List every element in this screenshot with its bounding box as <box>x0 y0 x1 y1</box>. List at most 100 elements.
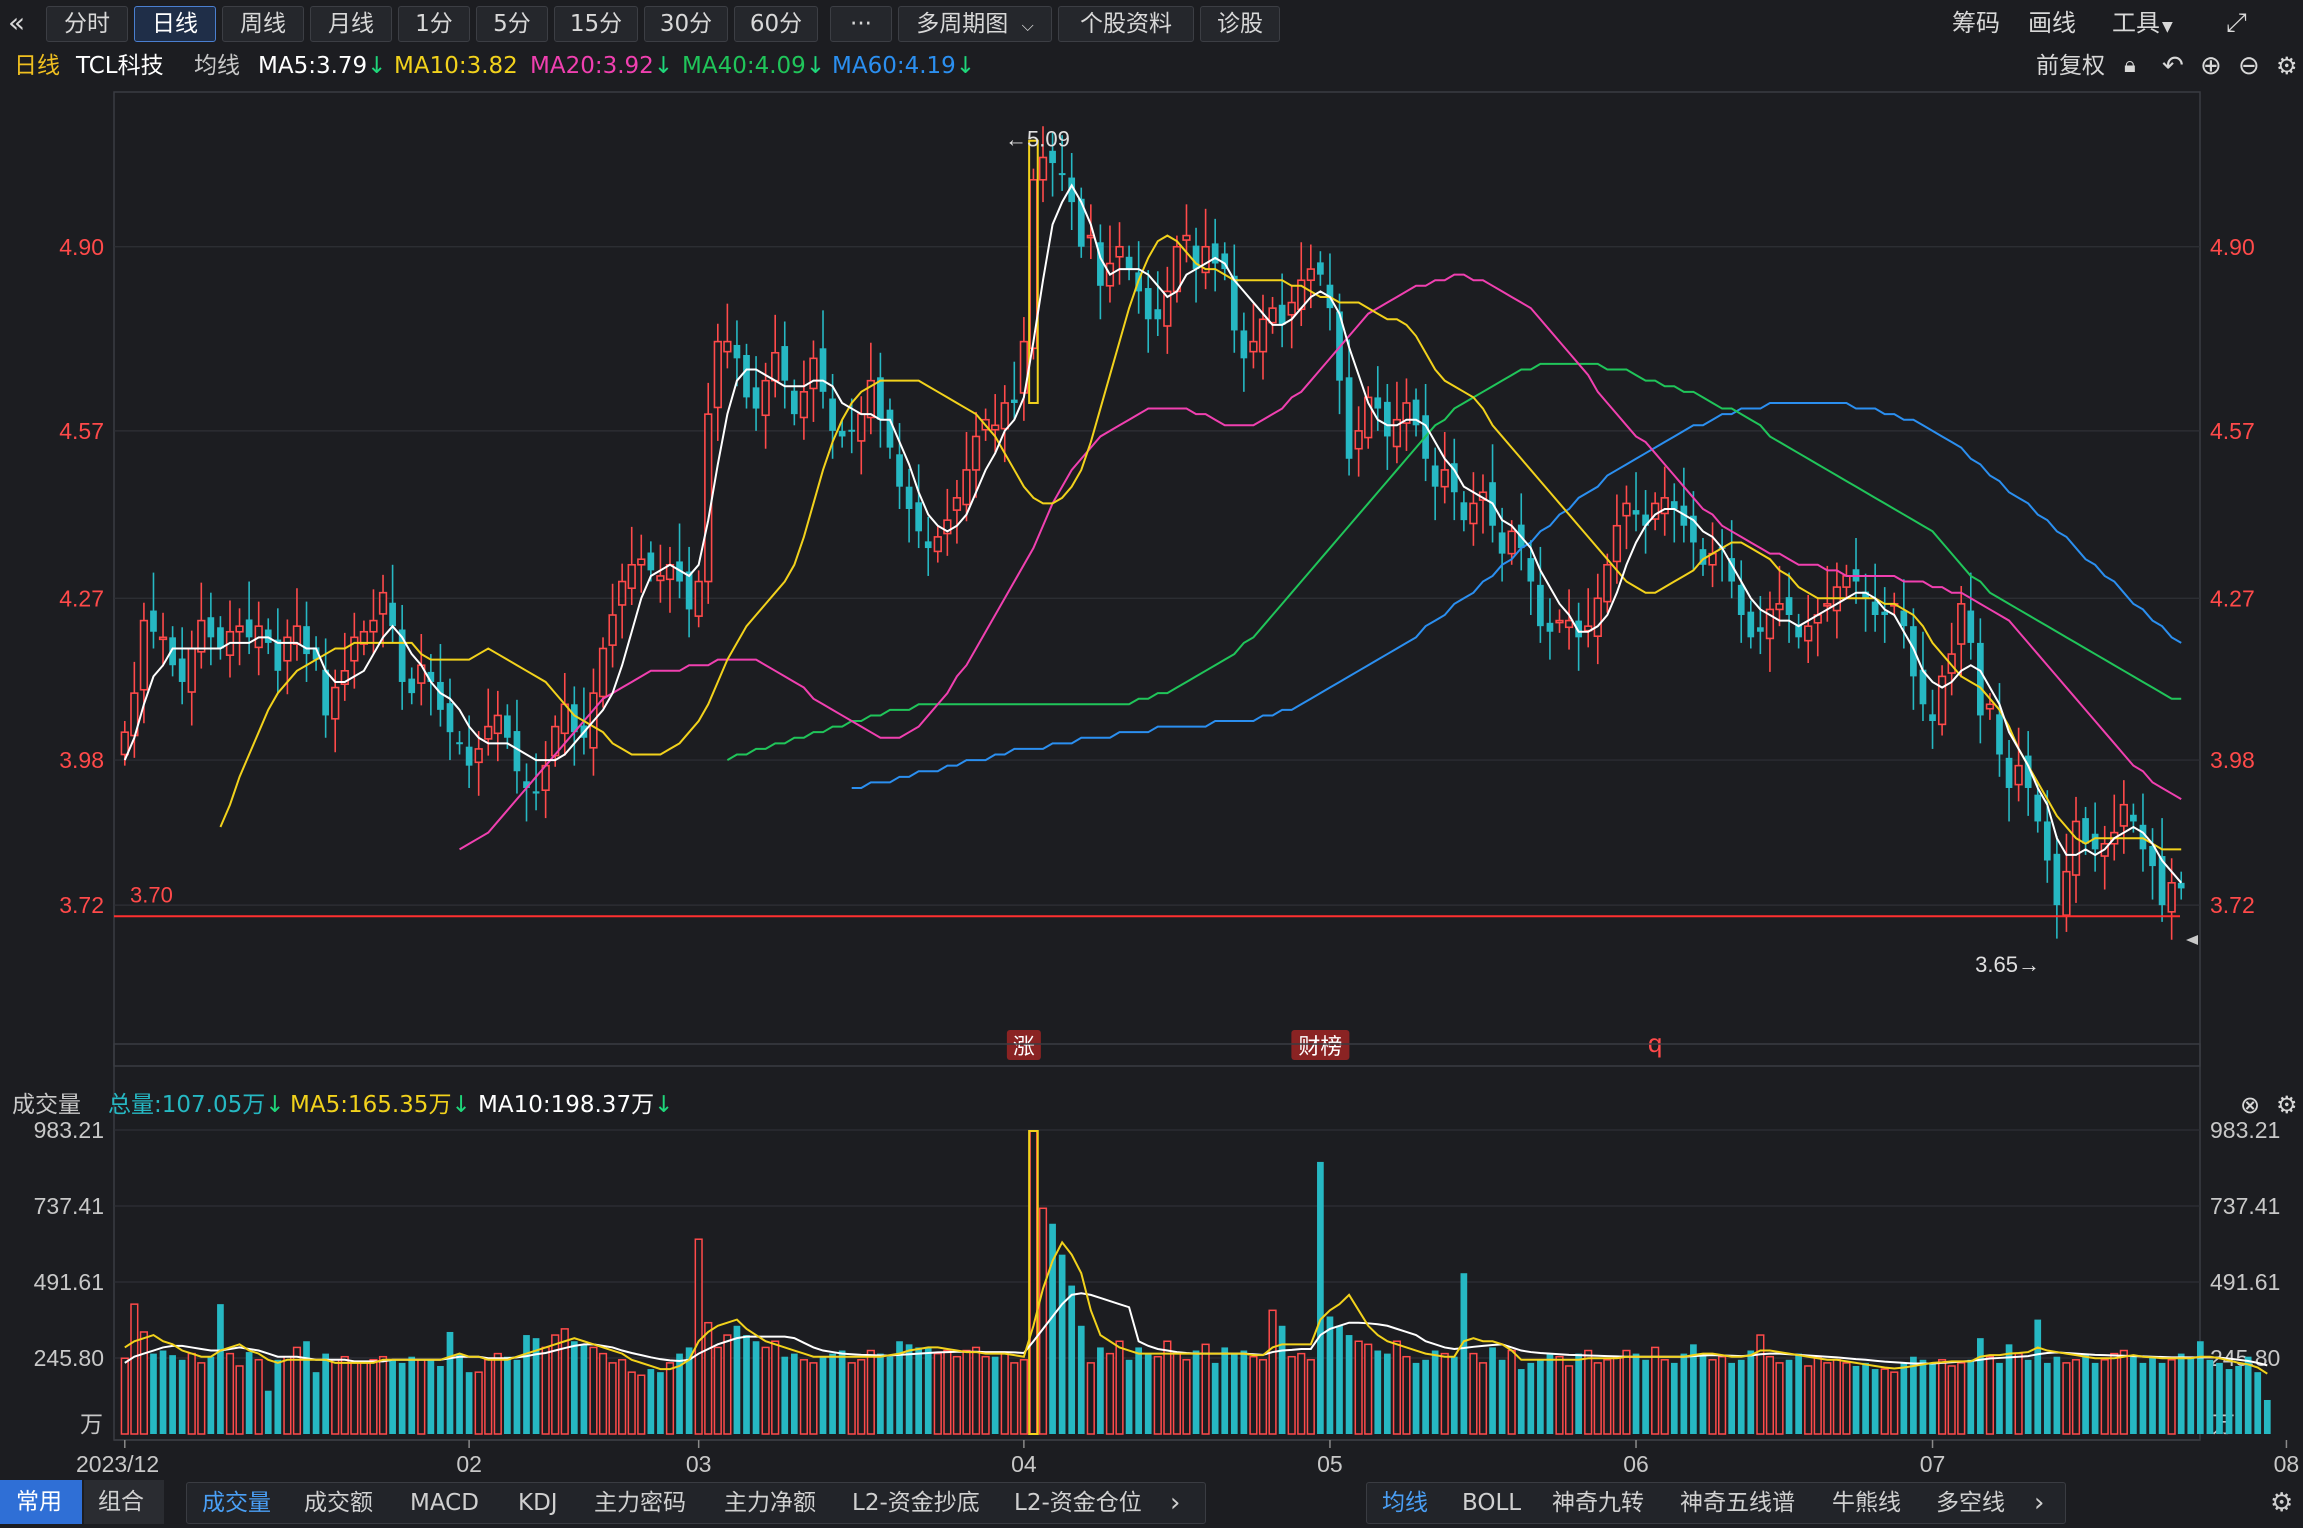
ma20-value: MA20:3.92↓ <box>530 53 674 79</box>
candle-body <box>799 391 809 419</box>
candle-body <box>235 625 244 633</box>
indicator-l2-position[interactable]: L2-资金仓位 <box>1014 1486 1142 1520</box>
volume-bar <box>1947 1365 1956 1435</box>
close-icon[interactable]: ⊗ <box>2240 1088 2260 1122</box>
support-line-label: 3.70 <box>130 882 173 907</box>
indicator-macd[interactable]: MACD <box>410 1486 479 1520</box>
more-periods-button[interactable]: ··· <box>830 6 892 42</box>
period-button-30min[interactable]: 30分 <box>644 6 728 42</box>
period-button-weekly[interactable]: 周线 <box>222 6 304 42</box>
price-tick-label-right: 3.72 <box>2210 892 2255 918</box>
indicator-main-force-code[interactable]: 主力密码 <box>594 1486 686 1520</box>
candle-body <box>733 344 741 359</box>
indicator-volume[interactable]: 成交量 <box>202 1486 271 1520</box>
candle-body <box>1058 173 1066 176</box>
volume-bar <box>1115 1340 1124 1435</box>
volume-bar <box>1498 1359 1506 1434</box>
period-button-monthly[interactable]: 月线 <box>310 6 392 42</box>
undo-icon[interactable]: ↶ <box>2162 48 2184 84</box>
volume-bar <box>2139 1362 2147 1434</box>
overlay-ma[interactable]: 均线 <box>1382 1486 1428 1520</box>
volume-bar <box>1086 1362 1095 1435</box>
stock-name[interactable]: TCL科技 <box>76 48 164 84</box>
volume-bar <box>1201 1343 1210 1435</box>
chips-button[interactable]: 筹码 <box>1952 6 2000 40</box>
volume-bar <box>235 1365 244 1435</box>
volume-bar <box>1058 1254 1066 1434</box>
volume-bar <box>1221 1347 1229 1434</box>
volume-bar <box>2053 1356 2061 1434</box>
stock-profile-button[interactable]: 个股资料 <box>1058 6 1194 42</box>
adjust-mode[interactable]: 前复权 <box>2036 48 2105 84</box>
volume-bar <box>1364 1343 1373 1435</box>
volume-bar <box>264 1390 272 1434</box>
ma-label[interactable]: 均线 <box>194 48 240 84</box>
volume-bar <box>1306 1359 1315 1435</box>
indicator-kdj[interactable]: KDJ <box>518 1486 558 1520</box>
chevron-right-icon[interactable]: › <box>1170 1486 1180 1520</box>
volume-bar <box>1326 1316 1334 1434</box>
volume-bar <box>637 1374 646 1435</box>
candle-body <box>819 348 827 392</box>
candle-body <box>598 647 608 698</box>
volume-bar <box>378 1355 388 1435</box>
indicator-l2-bottom[interactable]: L2-资金抄底 <box>852 1486 980 1520</box>
volume-bar <box>283 1355 292 1435</box>
volume-bar <box>178 1359 186 1434</box>
overlay-magic-five[interactable]: 神奇五线谱 <box>1680 1486 1795 1520</box>
candle-body <box>1804 625 1813 642</box>
volume-bar <box>274 1359 282 1434</box>
volume-bar <box>1593 1362 1602 1435</box>
gear-icon[interactable]: ⚙ <box>2270 1486 2293 1520</box>
volume-bar <box>1651 1346 1660 1435</box>
volume-total: 总量:107.05万↓ <box>108 1092 285 1118</box>
period-button-1min[interactable]: 1分 <box>398 6 470 42</box>
volume-bar <box>1336 1325 1343 1434</box>
multi-period-label: 多周期图 <box>916 11 1009 37</box>
tab-common[interactable]: 常用 <box>0 1480 82 1524</box>
candle-body <box>627 563 636 590</box>
volume-bar <box>1038 1207 1048 1435</box>
settings-icon[interactable]: ⚙ <box>2276 1088 2298 1122</box>
period-button-60min[interactable]: 60分 <box>734 6 818 42</box>
volume-bar <box>1967 1359 1975 1434</box>
overlay-long-short[interactable]: 多空线 <box>1936 1486 2005 1520</box>
period-button-fenshi[interactable]: 分时 <box>46 6 128 42</box>
period-button-5min[interactable]: 5分 <box>476 6 548 42</box>
lock-icon[interactable]: 🔒︎ <box>2124 48 2136 84</box>
candle-body <box>1211 243 1219 264</box>
candle-body <box>484 725 493 740</box>
zoom-out-icon[interactable]: ⊖ <box>2238 48 2260 84</box>
candle-body <box>217 627 224 649</box>
volume-bar <box>829 1353 836 1434</box>
down-arrow-icon: ↓ <box>653 53 674 79</box>
indicator-main-force-net[interactable]: 主力净额 <box>724 1486 816 1520</box>
zoom-in-icon[interactable]: ⊕ <box>2200 48 2222 84</box>
multi-period-button[interactable]: 多周期图 ⌵ <box>898 6 1052 42</box>
double-chevron-left-icon[interactable]: « <box>8 6 25 40</box>
tools-button[interactable]: 工具 ▼ <box>2112 6 2173 40</box>
tab-combo[interactable]: 组合 <box>84 1480 164 1524</box>
volume-bar <box>427 1359 435 1434</box>
period-button-daily[interactable]: 日线 <box>134 6 216 42</box>
draw-line-button[interactable]: 画线 <box>2028 6 2076 40</box>
settings-icon[interactable]: ⚙ <box>2276 48 2298 84</box>
volume-label[interactable]: 成交量 <box>12 1088 81 1122</box>
kline-chart[interactable]: 4.90 4.90 4.57 4.57 4.27 4.27 3.98 3.98 3.72 3.72… <box>0 84 2303 1478</box>
period-button-15min[interactable]: 15分 <box>554 6 638 42</box>
volume-bar <box>752 1341 760 1434</box>
chevron-right-icon[interactable]: › <box>2034 1486 2044 1520</box>
overlay-bull-bear[interactable]: 牛熊线 <box>1832 1486 1901 1520</box>
diagnose-button[interactable]: 诊股 <box>1200 6 1280 42</box>
overlay-magic-nine[interactable]: 神奇九转 <box>1552 1486 1644 1520</box>
overlay-boll[interactable]: BOLL <box>1462 1486 1521 1520</box>
candle-body <box>713 340 722 409</box>
fullscreen-icon[interactable]: ⤢ <box>2226 6 2247 40</box>
high-price-annotation: ←5.09 <box>1005 127 1070 152</box>
candle-body <box>1785 597 1793 616</box>
indicator-amount[interactable]: 成交额 <box>304 1486 373 1520</box>
candle-body <box>2177 882 2185 889</box>
volume-bar <box>1996 1362 2003 1434</box>
volume-bar <box>1852 1365 1860 1434</box>
volume-bar <box>1230 1353 1238 1434</box>
